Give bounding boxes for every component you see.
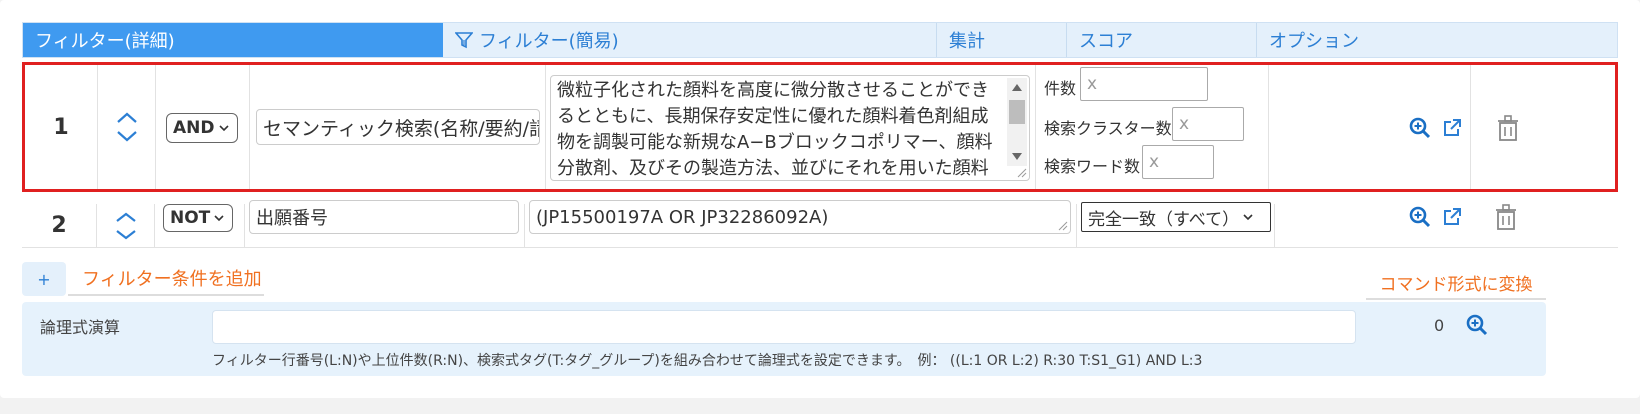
sort-handle[interactable] (97, 204, 155, 247)
convert-command-button[interactable]: コマンド形式に変換 (1366, 266, 1546, 300)
match-select[interactable]: 完全一致（すべて） (1081, 202, 1271, 232)
cluster-count-label: 検索クラスター数 (1044, 119, 1172, 138)
tab-bar: フィルター(詳細) フィルター(簡易) 集計 スコア オプション (22, 22, 1618, 58)
row-number: 1 (25, 65, 98, 189)
scroll-up-icon[interactable] (1012, 84, 1022, 91)
logic-panel: 論理式演算 0 フィルター行番号(L:N)や上位件数(R:N)、検索式タグ(T:… (22, 302, 1546, 376)
logic-expression-input[interactable] (212, 310, 1356, 344)
external-link-icon[interactable] (1443, 119, 1461, 137)
tab-filter-simple[interactable]: フィルター(簡易) (443, 23, 937, 57)
delete-cell (1471, 204, 1618, 247)
external-link-icon[interactable] (1443, 208, 1461, 226)
resize-handle-icon[interactable] (1058, 221, 1068, 231)
tab-score[interactable]: スコア (1067, 23, 1257, 57)
logic-label: 論理式演算 (40, 318, 121, 337)
zoom-in-icon[interactable] (1409, 206, 1431, 228)
field-input[interactable]: 出願番号 (249, 200, 519, 234)
zoom-in-icon[interactable] (1466, 314, 1488, 336)
cluster-count-input[interactable]: x (1172, 107, 1244, 141)
zoom-in-icon[interactable] (1409, 117, 1431, 139)
query-textarea[interactable]: (JP15500197A OR JP32286092A) (529, 200, 1071, 234)
row-number: 2 (22, 204, 97, 247)
reorder-icon (116, 112, 137, 142)
tab-label: 集計 (949, 31, 985, 52)
query-cell: 微粒子化された顔料を高度に微分散させることができるとともに、長期保存安定性に優れ… (546, 65, 1036, 189)
logic-help-text: フィルター行番号(L:N)や上位件数(R:N)、検索式タグ(T:タグ_グループ)… (212, 353, 1203, 369)
trash-icon[interactable] (1495, 204, 1517, 230)
field-cell: セマンティック検索(名称/要約/請 (250, 65, 546, 189)
count-placeholder: x (1087, 74, 1098, 94)
operator-value: NOT (170, 208, 211, 228)
chevron-down-icon (218, 125, 229, 132)
query-cell: (JP15500197A OR JP32286092A) (525, 200, 1077, 247)
chevron-down-icon (1243, 214, 1253, 221)
filter-row: 1 AND セマンティック検索(名称/要約/請 微粒子化された顔料を高度に微分散… (22, 62, 1618, 192)
field-input[interactable]: セマンティック検索(名称/要約/請 (256, 109, 540, 145)
scroll-thumb[interactable] (1009, 100, 1025, 124)
tab-filter-detail[interactable]: フィルター(詳細) (23, 23, 443, 57)
operator-select[interactable]: NOT (163, 204, 233, 232)
match-value: 完全一致（すべて） (1088, 209, 1240, 230)
scroll-down-icon[interactable] (1012, 153, 1022, 160)
word-count-label: 検索ワード数 (1044, 157, 1141, 176)
word-count-input[interactable]: x (1142, 145, 1214, 179)
funnel-icon (455, 32, 473, 49)
field-cell: 出願番号 (245, 200, 525, 247)
word-count-placeholder: x (1149, 152, 1160, 172)
count-label: 件数 (1044, 79, 1077, 98)
operator-cell: AND (156, 65, 250, 189)
scrollbar[interactable] (1007, 78, 1027, 166)
tab-label: フィルター(詳細) (35, 31, 175, 52)
filter-panel: フィルター(詳細) フィルター(簡易) 集計 スコア オプション 1 AND セ… (0, 0, 1640, 398)
match-cell: 完全一致（すべて） (1077, 202, 1275, 247)
count-input[interactable]: x (1080, 67, 1208, 101)
preview-cell (1269, 65, 1471, 189)
sort-handle[interactable] (98, 65, 156, 189)
chevron-down-icon (214, 215, 224, 222)
query-textarea[interactable]: 微粒子化された顔料を高度に微分散させることができるとともに、長期保存安定性に優れ… (550, 75, 1030, 181)
cluster-count-placeholder: x (1179, 114, 1190, 134)
preview-cell (1275, 204, 1471, 247)
tab-aggregate[interactable]: 集計 (937, 23, 1067, 57)
tab-label: フィルター(簡易) (479, 31, 619, 52)
operator-cell: NOT (155, 204, 245, 247)
add-row-button[interactable]: + (22, 262, 66, 296)
query-text: (JP15500197A OR JP32286092A) (536, 206, 829, 228)
params-cell: 件数 x 検索クラスター数 x 検索ワード数 x (1036, 65, 1269, 189)
add-filter-button[interactable]: フィルター条件を追加 (68, 262, 264, 296)
tab-options[interactable]: オプション (1257, 23, 1617, 57)
trash-icon[interactable] (1497, 115, 1519, 141)
delete-cell (1471, 65, 1615, 189)
filter-row: 2 NOT 出願番号 (JP15500197A OR JP32286092A) (22, 200, 1618, 248)
operator-select[interactable]: AND (166, 113, 238, 143)
tab-label: スコア (1079, 31, 1133, 52)
operator-value: AND (173, 118, 215, 138)
tab-label: オプション (1269, 31, 1359, 52)
logic-result-count: 0 (1434, 316, 1445, 335)
reorder-icon (115, 212, 136, 239)
query-text: 微粒子化された顔料を高度に微分散させることができるとともに、長期保存安定性に優れ… (557, 80, 993, 179)
resize-handle-icon[interactable] (1017, 168, 1027, 178)
